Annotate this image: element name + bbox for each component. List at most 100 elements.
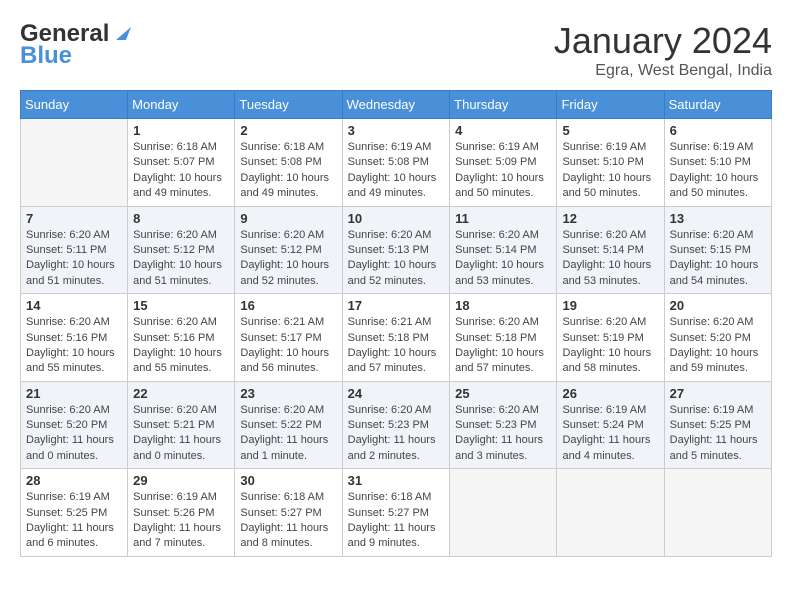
calendar-week-row: 21 Sunrise: 6:20 AMSunset: 5:20 PMDayligh… — [21, 381, 772, 469]
day-number: 22 — [133, 386, 229, 401]
day-number: 23 — [240, 386, 336, 401]
day-number: 11 — [455, 211, 551, 226]
header-monday: Monday — [128, 91, 235, 119]
table-row: 16 Sunrise: 6:21 AMSunset: 5:17 PMDayligh… — [235, 294, 342, 382]
table-row: 18Sunrise: 6:20 AMSunset: 5:18 PMDayligh… — [450, 294, 557, 382]
table-row: 25 Sunrise: 6:20 AMSunset: 5:23 PMDayligh… — [450, 381, 557, 469]
table-row: 1 Sunrise: 6:18 AMSunset: 5:07 PMDaylight… — [128, 119, 235, 207]
day-number: 9 — [240, 211, 336, 226]
day-info: Sunrise: 6:19 AMSunset: 5:08 PMDaylight:… — [348, 140, 445, 202]
day-number: 21 — [26, 386, 122, 401]
day-number: 16 — [240, 298, 336, 313]
day-number: 28 — [26, 473, 122, 488]
day-number: 31 — [348, 473, 445, 488]
table-row: 7 Sunrise: 6:20 AMSunset: 5:11 PMDaylight… — [21, 206, 128, 294]
header-friday: Friday — [557, 91, 664, 119]
day-number: 7 — [26, 211, 122, 226]
location: Egra, West Bengal, India — [554, 62, 772, 80]
day-number: 27 — [670, 386, 766, 401]
day-info: Sunrise: 6:20 AMSunset: 5:23 PMDaylight:… — [348, 403, 445, 465]
day-info: Sunrise: 6:20 AMSunset: 5:20 PMDaylight:… — [26, 403, 122, 465]
table-row: 5 Sunrise: 6:19 AMSunset: 5:10 PMDaylight… — [557, 119, 664, 207]
table-row: 27 Sunrise: 6:19 AMSunset: 5:25 PMDayligh… — [664, 381, 771, 469]
day-number: 29 — [133, 473, 229, 488]
table-row: 30 Sunrise: 6:18 AMSunset: 5:27 PMDayligh… — [235, 469, 342, 557]
day-number: 10 — [348, 211, 445, 226]
day-info: Sunrise: 6:19 AMSunset: 5:25 PMDaylight:… — [26, 490, 122, 552]
day-info: Sunrise: 6:20 AMSunset: 5:18 PMDaylight:… — [455, 315, 551, 377]
calendar-table: Sunday Monday Tuesday Wednesday Thursday… — [20, 90, 772, 557]
day-info: Sunrise: 6:18 AMSunset: 5:27 PMDaylight:… — [348, 490, 445, 552]
day-number: 8 — [133, 211, 229, 226]
day-info: Sunrise: 6:21 AMSunset: 5:17 PMDaylight:… — [240, 315, 336, 377]
table-row — [21, 119, 128, 207]
table-row: 28 Sunrise: 6:19 AMSunset: 5:25 PMDayligh… — [21, 469, 128, 557]
day-number: 26 — [562, 386, 658, 401]
calendar-week-row: 14 Sunrise: 6:20 AMSunset: 5:16 PMDayligh… — [21, 294, 772, 382]
table-row: 13 Sunrise: 6:20 AMSunset: 5:15 PMDayligh… — [664, 206, 771, 294]
day-info: Sunrise: 6:18 AMSunset: 5:27 PMDaylight:… — [240, 490, 336, 552]
day-info: Sunrise: 6:20 AMSunset: 5:21 PMDaylight:… — [133, 403, 229, 465]
month-title: January 2024 — [554, 20, 772, 62]
day-number: 15 — [133, 298, 229, 313]
header-thursday: Thursday — [450, 91, 557, 119]
table-row — [450, 469, 557, 557]
table-row: 26 Sunrise: 6:19 AMSunset: 5:24 PMDayligh… — [557, 381, 664, 469]
day-info: Sunrise: 6:20 AMSunset: 5:13 PMDaylight:… — [348, 228, 445, 290]
table-row — [664, 469, 771, 557]
header-saturday: Saturday — [664, 91, 771, 119]
table-row: 12Sunrise: 6:20 AMSunset: 5:14 PMDayligh… — [557, 206, 664, 294]
table-row: 20 Sunrise: 6:20 AMSunset: 5:20 PMDayligh… — [664, 294, 771, 382]
day-number: 14 — [26, 298, 122, 313]
table-row: 10 Sunrise: 6:20 AMSunset: 5:13 PMDayligh… — [342, 206, 450, 294]
day-info: Sunrise: 6:20 AMSunset: 5:16 PMDaylight:… — [133, 315, 229, 377]
day-number: 25 — [455, 386, 551, 401]
table-row: 4 Sunrise: 6:19 AMSunset: 5:09 PMDaylight… — [450, 119, 557, 207]
table-row: 8Sunrise: 6:20 AMSunset: 5:12 PMDaylight… — [128, 206, 235, 294]
day-info: Sunrise: 6:20 AMSunset: 5:23 PMDaylight:… — [455, 403, 551, 465]
table-row: 24 Sunrise: 6:20 AMSunset: 5:23 PMDayligh… — [342, 381, 450, 469]
day-number: 30 — [240, 473, 336, 488]
table-row: 19Sunrise: 6:20 AMSunset: 5:19 PMDayligh… — [557, 294, 664, 382]
table-row: 29 Sunrise: 6:19 AMSunset: 5:26 PMDayligh… — [128, 469, 235, 557]
day-info: Sunrise: 6:20 AMSunset: 5:11 PMDaylight:… — [26, 228, 122, 290]
table-row: 6Sunrise: 6:19 AMSunset: 5:10 PMDaylight… — [664, 119, 771, 207]
header-sunday: Sunday — [21, 91, 128, 119]
table-row: 14 Sunrise: 6:20 AMSunset: 5:16 PMDayligh… — [21, 294, 128, 382]
day-number: 20 — [670, 298, 766, 313]
day-info: Sunrise: 6:19 AMSunset: 5:09 PMDaylight:… — [455, 140, 551, 202]
day-info: Sunrise: 6:20 AMSunset: 5:14 PMDaylight:… — [562, 228, 658, 290]
day-number: 17 — [348, 298, 445, 313]
table-row: 21 Sunrise: 6:20 AMSunset: 5:20 PMDayligh… — [21, 381, 128, 469]
table-row: 23 Sunrise: 6:20 AMSunset: 5:22 PMDayligh… — [235, 381, 342, 469]
day-number: 4 — [455, 123, 551, 138]
day-info: Sunrise: 6:19 AMSunset: 5:24 PMDaylight:… — [562, 403, 658, 465]
day-info: Sunrise: 6:19 AMSunset: 5:25 PMDaylight:… — [670, 403, 766, 465]
day-info: Sunrise: 6:20 AMSunset: 5:15 PMDaylight:… — [670, 228, 766, 290]
table-row: 15 Sunrise: 6:20 AMSunset: 5:16 PMDayligh… — [128, 294, 235, 382]
day-number: 13 — [670, 211, 766, 226]
calendar-week-row: 7 Sunrise: 6:20 AMSunset: 5:11 PMDaylight… — [21, 206, 772, 294]
header-tuesday: Tuesday — [235, 91, 342, 119]
day-info: Sunrise: 6:19 AMSunset: 5:10 PMDaylight:… — [562, 140, 658, 202]
title-block: January 2024 Egra, West Bengal, India — [554, 20, 772, 80]
day-info: Sunrise: 6:18 AMSunset: 5:07 PMDaylight:… — [133, 140, 229, 202]
header-wednesday: Wednesday — [342, 91, 450, 119]
day-info: Sunrise: 6:20 AMSunset: 5:19 PMDaylight:… — [562, 315, 658, 377]
day-info: Sunrise: 6:20 AMSunset: 5:20 PMDaylight:… — [670, 315, 766, 377]
day-number: 1 — [133, 123, 229, 138]
day-info: Sunrise: 6:20 AMSunset: 5:16 PMDaylight:… — [26, 315, 122, 377]
table-row: 3Sunrise: 6:19 AMSunset: 5:08 PMDaylight… — [342, 119, 450, 207]
day-number: 5 — [562, 123, 658, 138]
table-row: 2Sunrise: 6:18 AMSunset: 5:08 PMDaylight… — [235, 119, 342, 207]
day-number: 2 — [240, 123, 336, 138]
day-info: Sunrise: 6:20 AMSunset: 5:22 PMDaylight:… — [240, 403, 336, 465]
day-number: 24 — [348, 386, 445, 401]
table-row: 11Sunrise: 6:20 AMSunset: 5:14 PMDayligh… — [450, 206, 557, 294]
table-row: 9 Sunrise: 6:20 AMSunset: 5:12 PMDaylight… — [235, 206, 342, 294]
day-info: Sunrise: 6:19 AMSunset: 5:26 PMDaylight:… — [133, 490, 229, 552]
day-info: Sunrise: 6:19 AMSunset: 5:10 PMDaylight:… — [670, 140, 766, 202]
table-row: 17Sunrise: 6:21 AMSunset: 5:18 PMDayligh… — [342, 294, 450, 382]
calendar-week-row: 1 Sunrise: 6:18 AMSunset: 5:07 PMDaylight… — [21, 119, 772, 207]
day-info: Sunrise: 6:20 AMSunset: 5:12 PMDaylight:… — [240, 228, 336, 290]
